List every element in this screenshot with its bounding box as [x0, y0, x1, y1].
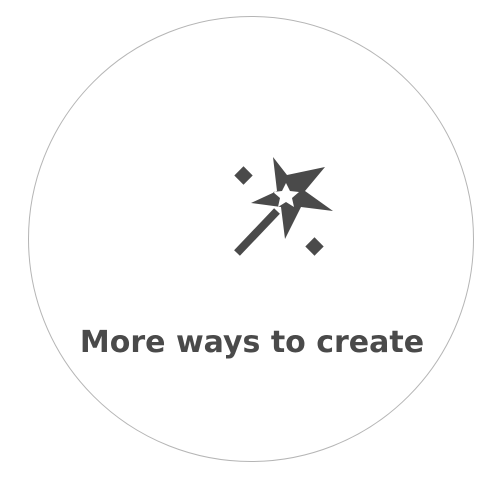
more-ways-to-create-button[interactable]: More ways to create: [28, 16, 474, 462]
stage: More ways to create: [0, 0, 480, 480]
card-label: More ways to create: [79, 325, 425, 360]
magic-wand-icon: [225, 151, 341, 261]
